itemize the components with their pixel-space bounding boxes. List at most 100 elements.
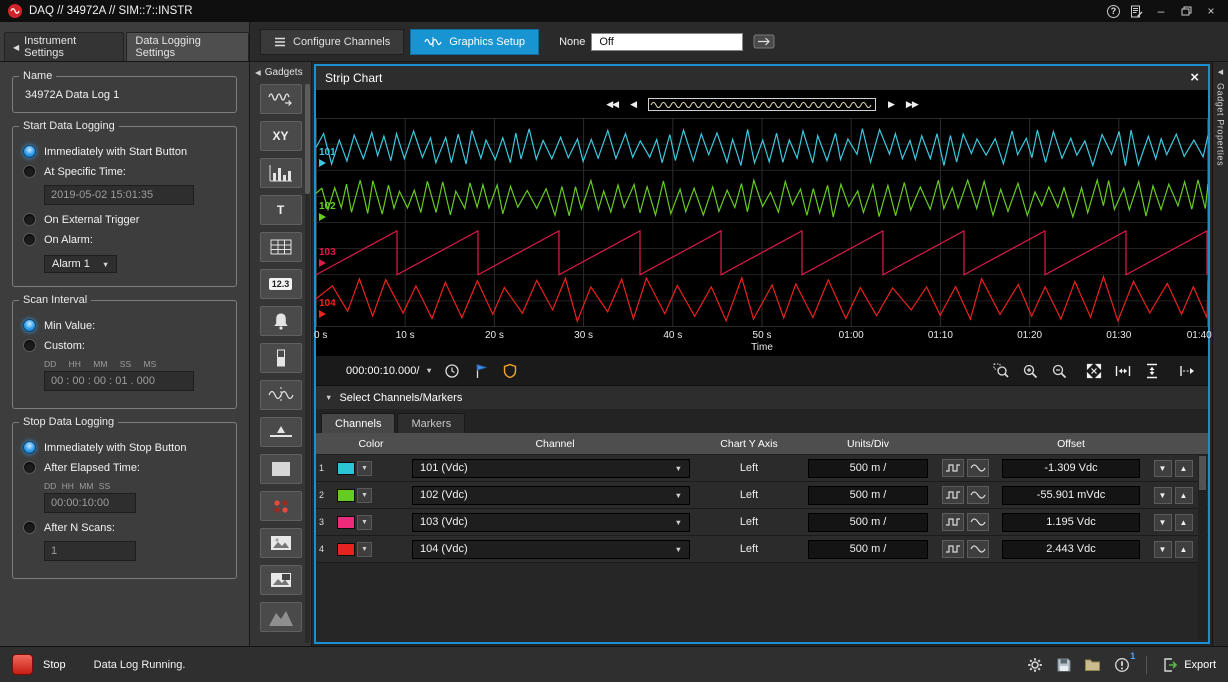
step-waveform-button[interactable] [942,513,964,531]
sine-waveform-button[interactable] [967,540,989,558]
minimize-button[interactable]: – [1152,3,1170,19]
flag-marker-icon[interactable] [472,361,491,380]
report-icon[interactable] [1127,3,1145,19]
tab-instrument-settings[interactable]: ◀ Instrument Settings [4,32,124,61]
tab-graphics-setup[interactable]: Graphics Setup [410,29,539,55]
radio-start-on-alarm[interactable]: On Alarm: [23,233,226,246]
channel-dropdown[interactable]: 101 (Vdc)▼ [412,459,690,478]
tab-markers[interactable]: Markers [397,413,465,433]
units-per-div-field[interactable]: 500 m / [808,459,928,478]
units-per-div-field[interactable]: 500 m / [808,486,928,505]
screen-capture-icon[interactable] [753,34,775,49]
sine-waveform-button[interactable] [967,513,989,531]
chart-y-axis-value[interactable]: Left [700,489,798,501]
scroll-fast-fwd-button[interactable]: ▶▶ [906,99,918,110]
channel-marker-102[interactable]: 102 [319,202,336,221]
gadget-xy-chart[interactable]: XY [260,121,302,151]
close-icon[interactable]: × [1190,71,1199,85]
offset-up-button[interactable]: ▲ [1175,514,1193,531]
color-dropdown[interactable]: ▼ [357,488,372,503]
offset-up-button[interactable]: ▲ [1175,460,1193,477]
tab-channels[interactable]: Channels [321,413,395,433]
channel-dropdown[interactable]: 102 (Vdc)▼ [412,486,690,505]
offset-down-button[interactable]: ▼ [1154,514,1172,531]
gadget-properties-strip[interactable]: ◀ Gadget Properties [1212,62,1228,646]
gadget-area-chart[interactable] [260,602,302,632]
color-swatch[interactable] [337,462,355,475]
radio-start-specific-time[interactable]: At Specific Time: [23,165,226,178]
color-swatch[interactable] [337,489,355,502]
gadget-text-display[interactable]: T [260,195,302,225]
channel-dropdown[interactable]: 103 (Vdc)▼ [412,513,690,532]
offset-field[interactable]: 1.195 Vdc [1002,513,1140,532]
chart-overview-scrollbar[interactable] [648,98,876,111]
color-dropdown[interactable]: ▼ [357,542,372,557]
chart-y-axis-value[interactable]: Left [700,543,798,555]
offset-field[interactable]: 2.443 Vdc [1002,540,1140,559]
tab-data-logging-settings[interactable]: Data Logging Settings [126,32,249,61]
gadget-strip-chart[interactable] [260,84,302,114]
pan-step-icon[interactable] [1177,361,1196,380]
scroll-fast-back-button[interactable]: ◀◀ [606,99,618,110]
offset-down-button[interactable]: ▼ [1154,487,1172,504]
specific-time-field[interactable]: 2019-05-02 15:01:35 [44,185,194,205]
radio-scan-min-value[interactable]: Min Value: [23,319,226,332]
sine-waveform-button[interactable] [967,486,989,504]
gadget-image-display[interactable] [260,528,302,558]
tab-configure-channels[interactable]: Configure Channels [260,29,404,55]
gadget-digital-display[interactable]: 12.3 [260,269,302,299]
scroll-fwd-button[interactable]: ▶ [888,99,894,110]
strip-chart-plot[interactable]: 101102103104 [316,118,1208,327]
overlay-mode-select[interactable]: Off [591,33,743,51]
gadget-panel[interactable] [260,454,302,484]
radio-scan-custom[interactable]: Custom: [23,339,226,352]
color-dropdown[interactable]: ▼ [357,461,372,476]
radio-stop-n-scans[interactable]: After N Scans: [23,521,226,534]
channel-table-scrollbar[interactable] [1198,455,1207,640]
channel-marker-103[interactable]: 103 [319,248,336,267]
gadget-led-indicator[interactable] [260,491,302,521]
expand-all-icon[interactable] [1084,361,1103,380]
radio-start-immediately[interactable]: Immediately with Start Button [23,145,226,158]
select-channels-markers-header[interactable]: ▼ Select Channels/Markers [316,385,1208,409]
clock-icon[interactable] [443,361,462,380]
help-icon[interactable]: ? [1107,5,1120,18]
zoom-in-icon[interactable] [1020,361,1039,380]
time-per-div-dropdown[interactable]: 000:00:10.000/ ▼ [346,365,433,377]
offset-field[interactable]: -1.309 Vdc [1002,459,1140,478]
save-icon[interactable] [1054,655,1073,674]
scroll-back-button[interactable]: ◀ [630,99,636,110]
gadgets-scrollbar[interactable] [305,84,310,643]
offset-up-button[interactable]: ▲ [1175,541,1193,558]
step-waveform-button[interactable] [942,459,964,477]
color-swatch[interactable] [337,543,355,556]
gadget-histogram[interactable] [260,158,302,188]
close-button[interactable]: × [1202,3,1220,19]
settings-gear-icon[interactable] [1025,655,1044,674]
alarm-select[interactable]: Alarm 1 ▼ [44,255,117,273]
chart-y-axis-value[interactable]: Left [700,516,798,528]
restore-button[interactable] [1177,3,1195,19]
step-waveform-button[interactable] [942,540,964,558]
elapsed-time-field[interactable]: 00:00:10:00 [44,493,136,513]
chart-y-axis-value[interactable]: Left [700,462,798,474]
step-waveform-button[interactable] [942,486,964,504]
fit-horizontal-icon[interactable] [1113,361,1132,380]
gadget-slider-control[interactable] [260,417,302,447]
zoom-region-icon[interactable] [991,361,1010,380]
stop-button[interactable] [12,654,33,675]
color-dropdown[interactable]: ▼ [357,515,372,530]
strip-chart-header[interactable]: Strip Chart × [316,66,1208,90]
gadget-alarm[interactable] [260,306,302,336]
gadget-data-table[interactable] [260,232,302,262]
color-swatch[interactable] [337,516,355,529]
zoom-out-icon[interactable] [1049,361,1068,380]
folder-icon[interactable] [1083,655,1102,674]
gadget-bar-meter[interactable] [260,343,302,373]
notification-icon[interactable]: 1 [1112,655,1131,674]
offset-down-button[interactable]: ▼ [1154,541,1172,558]
channel-marker-101[interactable]: 101 [319,148,336,167]
shield-icon[interactable] [501,361,520,380]
scan-interval-field[interactable]: 00 : 00 : 00 : 01 . 000 [44,371,194,391]
sine-waveform-button[interactable] [967,459,989,477]
